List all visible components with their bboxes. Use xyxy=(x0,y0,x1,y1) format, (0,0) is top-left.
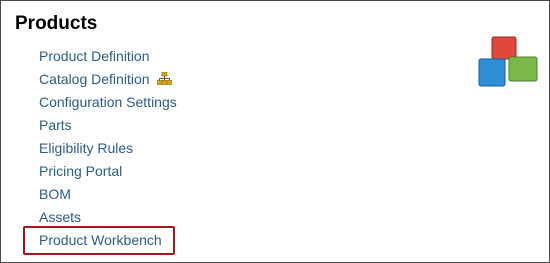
list-item: Pricing Portal xyxy=(39,161,177,184)
parts-link[interactable]: Parts xyxy=(39,117,72,133)
list-item: BOM xyxy=(39,184,177,207)
products-menu: Product Definition Catalog Definition Co… xyxy=(39,46,177,253)
eligibility-rules-link[interactable]: Eligibility Rules xyxy=(39,140,133,156)
list-item: Eligibility Rules xyxy=(39,138,177,161)
assets-link[interactable]: Assets xyxy=(39,209,81,225)
list-item: Catalog Definition xyxy=(39,69,177,92)
list-item: Parts xyxy=(39,115,177,138)
list-item: Configuration Settings xyxy=(39,92,177,115)
panel-title: Products xyxy=(15,13,98,34)
products-blocks-icon xyxy=(478,36,540,93)
product-definition-link[interactable]: Product Definition xyxy=(39,48,150,64)
hierarchy-icon xyxy=(157,70,173,90)
catalog-definition-link[interactable]: Catalog Definition xyxy=(39,71,150,87)
configuration-settings-link[interactable]: Configuration Settings xyxy=(39,94,177,110)
products-panel: Products Product Definition Catalog Defi… xyxy=(0,0,550,263)
highlight-box xyxy=(23,226,175,255)
pricing-portal-link[interactable]: Pricing Portal xyxy=(39,163,122,179)
list-item: Product Definition xyxy=(39,46,177,69)
bom-link[interactable]: BOM xyxy=(39,186,71,202)
